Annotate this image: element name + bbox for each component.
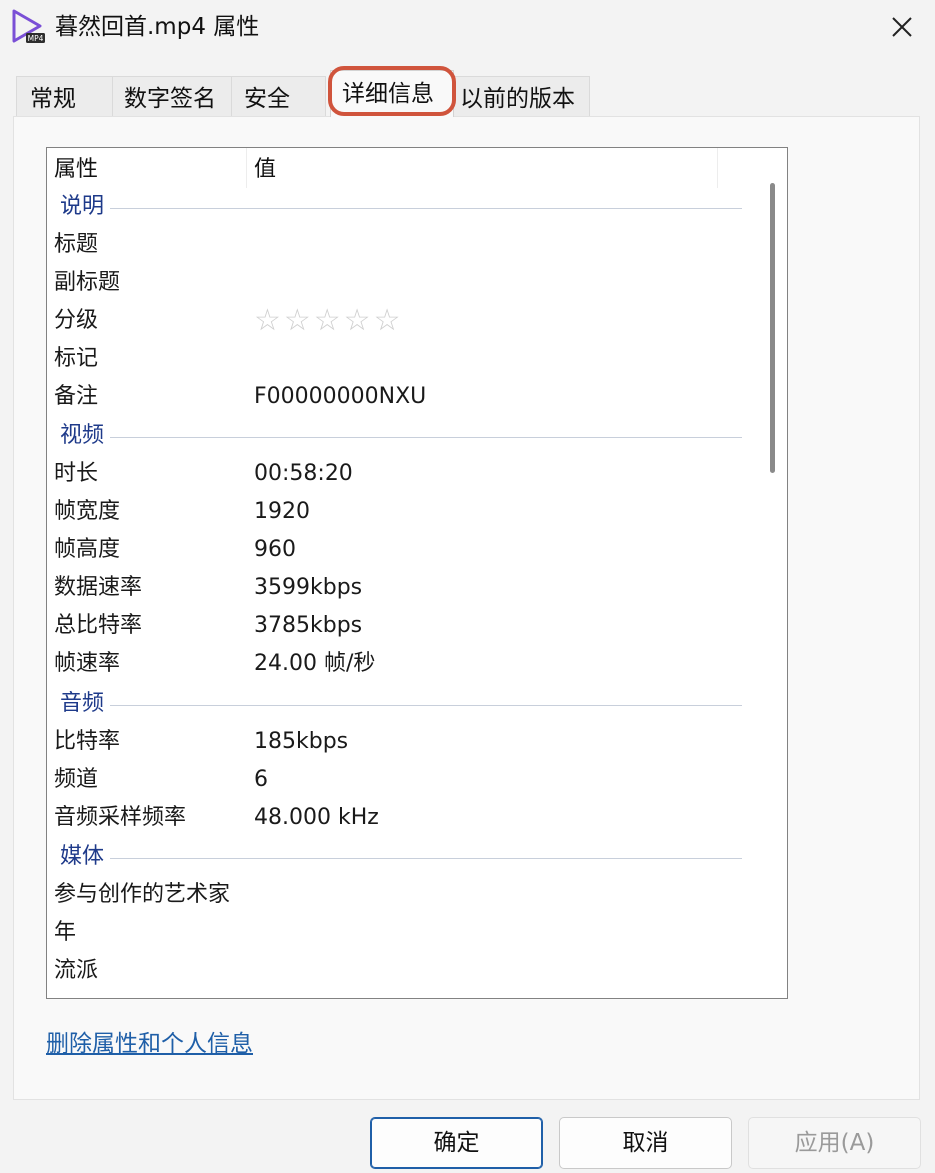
property-name: 分级 bbox=[54, 308, 99, 333]
list-row-sample-rate[interactable]: 音频采样频率 48.000 kHz bbox=[47, 799, 747, 837]
list-row-comments[interactable]: 备注 F00000000NXU bbox=[47, 378, 747, 416]
list-row-year[interactable]: 年 bbox=[47, 914, 747, 952]
group-label: 说明 bbox=[60, 188, 111, 226]
tab-details[interactable]: 详细信息 bbox=[330, 70, 454, 117]
vertical-scrollbar[interactable] bbox=[751, 150, 785, 996]
mp4-badge-text: MP4 bbox=[28, 34, 44, 43]
list-row-channels[interactable]: 频道 6 bbox=[47, 761, 747, 799]
properties-list[interactable]: 属性 值 说明 标题 副标题 分级 ☆☆☆☆☆ 标记 备注 F00000000NXU… bbox=[46, 147, 788, 999]
property-name: 数据速率 bbox=[54, 575, 143, 600]
property-name: 流派 bbox=[54, 958, 99, 983]
column-divider[interactable] bbox=[246, 148, 247, 188]
property-value: 6 bbox=[254, 767, 268, 792]
list-row-length[interactable]: 时长 00:58:20 bbox=[47, 455, 747, 493]
list-row-frame-height[interactable]: 帧高度 960 bbox=[47, 531, 747, 569]
group-label: 媒体 bbox=[60, 838, 111, 876]
list-row-subtitle[interactable]: 副标题 bbox=[47, 264, 747, 302]
list-row-data-rate[interactable]: 数据速率 3599kbps bbox=[47, 569, 747, 607]
property-name: 标题 bbox=[54, 232, 99, 257]
column-header-value[interactable]: 值 bbox=[254, 148, 276, 188]
property-name: 帧宽度 bbox=[54, 499, 121, 524]
property-name: 总比特率 bbox=[54, 613, 143, 638]
list-row-contributing-artists[interactable]: 参与创作的艺术家 bbox=[47, 876, 747, 914]
tab-previous-versions[interactable]: 以前的版本 bbox=[454, 76, 590, 116]
property-name: 帧速率 bbox=[54, 651, 121, 676]
group-header-audio: 音频 bbox=[47, 685, 747, 723]
close-button[interactable] bbox=[878, 6, 926, 48]
property-name: 参与创作的艺术家 bbox=[54, 882, 231, 907]
tab-security[interactable]: 安全 bbox=[232, 76, 326, 116]
column-header-property[interactable]: 属性 bbox=[54, 148, 98, 188]
list-row-audio-bitrate[interactable]: 比特率 185kbps bbox=[47, 723, 747, 761]
tab-label: 详细信息 bbox=[342, 81, 434, 107]
window-title: 暮然回首.mp4 属性 bbox=[55, 14, 260, 40]
property-value[interactable]: F00000000NXU bbox=[254, 378, 426, 416]
close-icon bbox=[892, 17, 912, 37]
group-divider bbox=[107, 858, 742, 859]
property-value: 185kbps bbox=[254, 729, 349, 754]
title-bar: MP4 暮然回首.mp4 属性 bbox=[0, 0, 935, 56]
group-divider bbox=[107, 705, 742, 706]
property-value: 3599kbps bbox=[254, 575, 363, 600]
property-value: 1920 bbox=[254, 499, 310, 524]
play-triangle-icon: MP4 bbox=[10, 8, 46, 44]
tab-digital-signatures[interactable]: 数字签名 bbox=[113, 76, 232, 116]
column-divider[interactable] bbox=[717, 148, 718, 188]
cancel-button[interactable]: 取消 bbox=[559, 1117, 732, 1169]
property-value: 960 bbox=[254, 537, 296, 562]
property-name: 备注 bbox=[54, 384, 99, 409]
property-value: 24.00 帧/秒 bbox=[254, 651, 376, 676]
list-row-total-bitrate[interactable]: 总比特率 3785kbps bbox=[47, 607, 747, 645]
star-rating[interactable]: ☆☆☆☆☆ bbox=[254, 302, 403, 340]
group-header-description: 说明 bbox=[47, 188, 747, 226]
tab-general[interactable]: 常规 bbox=[16, 76, 113, 116]
list-row-tags[interactable]: 标记 bbox=[47, 340, 747, 378]
property-name: 时长 bbox=[54, 461, 99, 486]
property-name: 频道 bbox=[54, 767, 99, 792]
property-name: 帧高度 bbox=[54, 537, 121, 562]
group-header-video: 视频 bbox=[47, 417, 747, 455]
group-label: 视频 bbox=[60, 417, 111, 455]
tab-label: 数字签名 bbox=[124, 86, 216, 112]
ok-button[interactable]: 确定 bbox=[370, 1117, 543, 1169]
property-value: 48.000 kHz bbox=[254, 805, 379, 830]
list-row-title[interactable]: 标题 bbox=[47, 226, 747, 264]
apply-button[interactable]: 应用(A) bbox=[748, 1117, 921, 1169]
list-row-genre[interactable]: 流派 bbox=[47, 952, 747, 990]
tab-label: 常规 bbox=[30, 86, 76, 112]
list-row-frame-rate[interactable]: 帧速率 24.00 帧/秒 bbox=[47, 645, 747, 683]
group-label: 音频 bbox=[60, 685, 111, 723]
property-value: 3785kbps bbox=[254, 613, 363, 638]
remove-properties-link[interactable]: 删除属性和个人信息 bbox=[46, 1027, 253, 1061]
group-header-media: 媒体 bbox=[47, 838, 747, 876]
property-name: 标记 bbox=[54, 346, 99, 371]
tab-label: 以前的版本 bbox=[460, 86, 575, 112]
property-name: 音频采样频率 bbox=[54, 805, 187, 830]
property-value: 00:58:20 bbox=[254, 461, 353, 486]
tab-label: 安全 bbox=[244, 86, 290, 112]
group-divider bbox=[107, 437, 742, 438]
property-name: 年 bbox=[54, 920, 77, 945]
property-name: 比特率 bbox=[54, 729, 121, 754]
group-divider bbox=[107, 208, 742, 209]
scrollbar-thumb[interactable] bbox=[770, 183, 775, 473]
property-name: 副标题 bbox=[54, 270, 121, 295]
list-row-rating[interactable]: 分级 ☆☆☆☆☆ bbox=[47, 302, 747, 340]
list-row-frame-width[interactable]: 帧宽度 1920 bbox=[47, 493, 747, 531]
